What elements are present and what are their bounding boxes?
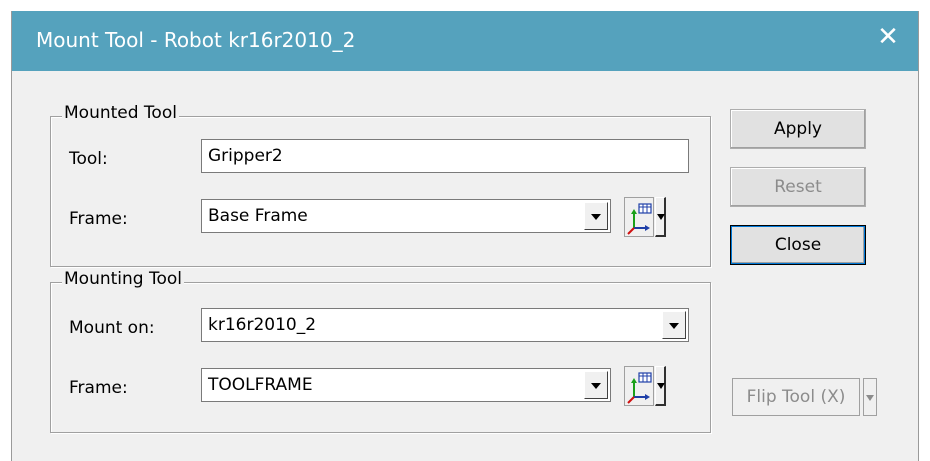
mount-on-label: Mount on: xyxy=(69,318,155,338)
mounting-frame-label: Frame: xyxy=(69,378,128,398)
mounting-tool-group xyxy=(50,282,711,433)
reset-button[interactable]: Reset xyxy=(730,167,866,207)
coordinate-frame-icon[interactable] xyxy=(624,366,654,406)
chevron-down-icon[interactable] xyxy=(655,366,666,406)
chevron-down-icon[interactable] xyxy=(584,202,608,230)
chevron-down-icon[interactable] xyxy=(863,378,877,416)
apply-button[interactable]: Apply xyxy=(730,109,866,149)
chevron-down-icon[interactable] xyxy=(584,371,608,399)
close-button[interactable]: Close xyxy=(730,225,866,265)
mount-on-select[interactable]: kr16r2010_2 xyxy=(201,308,689,342)
title-bar[interactable]: Mount Tool - Robot kr16r2010_2 ✕ xyxy=(12,11,918,71)
flip-tool-button[interactable]: Flip Tool (X) xyxy=(732,378,860,416)
mounted-frame-label: Frame: xyxy=(69,209,128,229)
mounted-tool-legend: Mounted Tool xyxy=(62,103,179,123)
mount-on-value: kr16r2010_2 xyxy=(208,315,317,335)
flip-tool-split-button[interactable]: Flip Tool (X) xyxy=(732,378,877,416)
tool-field[interactable]: Gripper2 xyxy=(201,139,689,173)
mounting-frame-picker-button[interactable] xyxy=(624,366,666,406)
chevron-down-icon[interactable] xyxy=(662,311,686,339)
mounted-frame-picker-button[interactable] xyxy=(624,197,666,237)
close-icon[interactable]: ✕ xyxy=(874,23,902,51)
mounting-frame-select[interactable]: TOOLFRAME xyxy=(201,368,611,402)
mount-tool-dialog: Mount Tool - Robot kr16r2010_2 ✕ Mounted… xyxy=(11,11,919,461)
mounted-frame-select[interactable]: Base Frame xyxy=(201,199,611,233)
mounting-tool-legend: Mounting Tool xyxy=(62,269,184,289)
mounted-frame-value: Base Frame xyxy=(208,206,308,226)
window-title: Mount Tool - Robot kr16r2010_2 xyxy=(36,28,356,52)
mounting-frame-value: TOOLFRAME xyxy=(208,375,313,395)
tool-label: Tool: xyxy=(69,149,108,169)
coordinate-frame-icon[interactable] xyxy=(624,197,654,237)
chevron-down-icon[interactable] xyxy=(655,197,666,237)
